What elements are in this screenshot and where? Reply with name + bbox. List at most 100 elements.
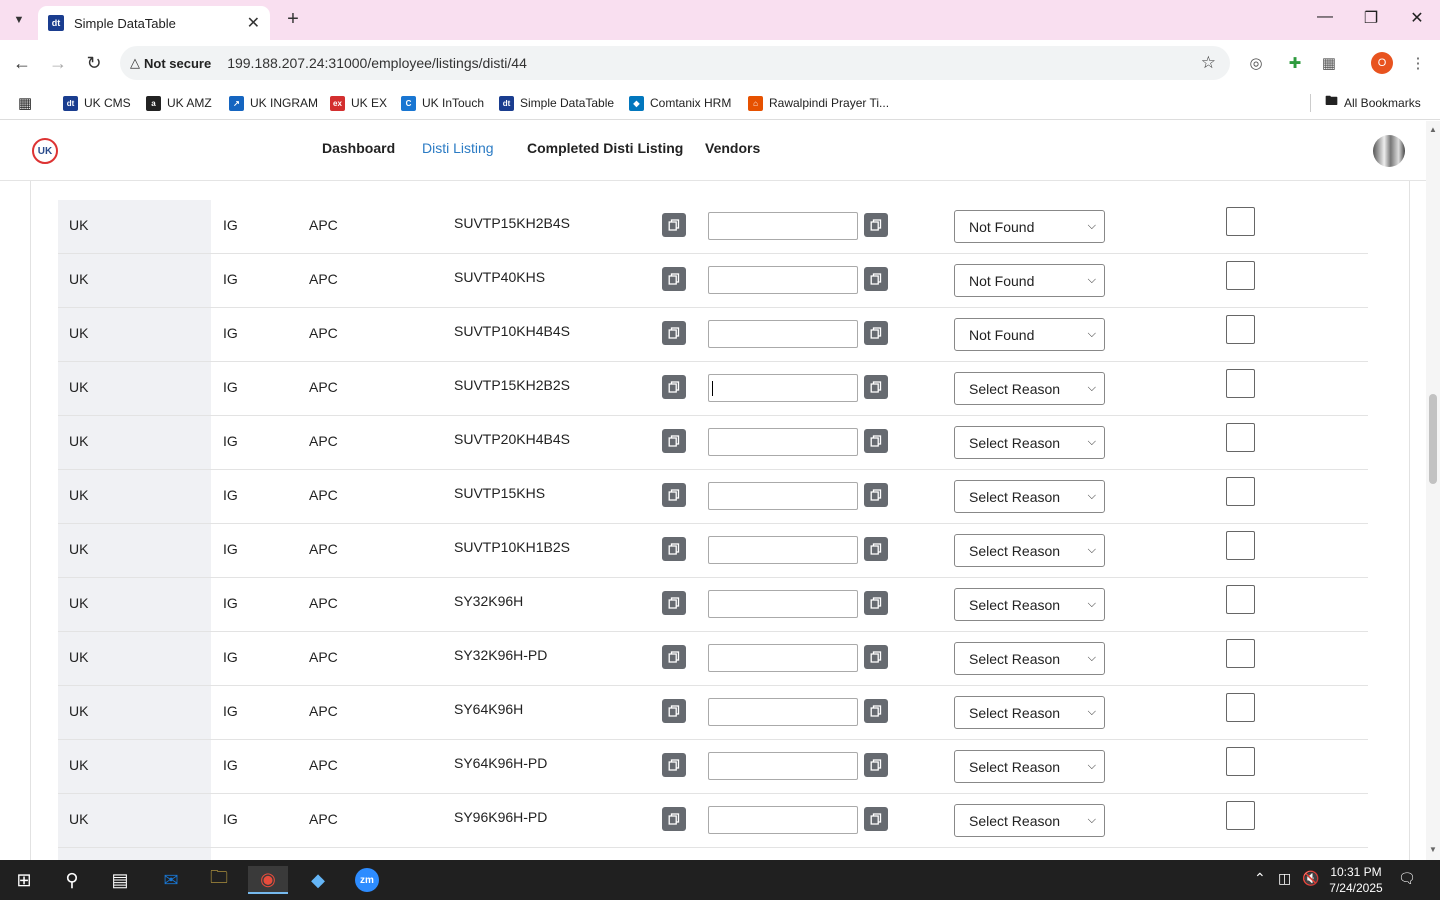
sku-input[interactable] — [708, 698, 858, 726]
paste-icon[interactable] — [864, 591, 888, 615]
url-text[interactable]: 199.188.207.24:31000/employee/listings/d… — [227, 55, 527, 71]
sku-input[interactable] — [708, 266, 858, 294]
row-checkbox[interactable] — [1226, 477, 1255, 506]
reason-select[interactable]: Not Found ⌵ — [954, 210, 1105, 243]
apps-grid-icon[interactable]: ▦ — [18, 93, 32, 113]
reload-icon[interactable]: ↻ — [81, 50, 107, 76]
file-explorer-icon[interactable]: 🗀 — [199, 866, 239, 894]
security-label[interactable]: Not secure — [144, 56, 211, 71]
new-tab-plus-icon[interactable]: + — [282, 8, 304, 31]
profile-avatar[interactable]: O — [1371, 52, 1393, 74]
app-diamond-icon[interactable]: ◆ — [298, 866, 338, 894]
copy-sku-icon[interactable] — [662, 645, 686, 669]
reason-select[interactable]: Select Reason ⌵ — [954, 480, 1105, 513]
tab-search-chevron-icon[interactable]: ▼ — [6, 8, 32, 32]
paste-icon[interactable] — [864, 321, 888, 345]
sku-input[interactable] — [708, 536, 858, 564]
sku-input[interactable] — [708, 590, 858, 618]
paste-icon[interactable] — [864, 483, 888, 507]
bookmark-item[interactable]: ex UK EX — [330, 93, 387, 113]
row-checkbox[interactable] — [1226, 315, 1255, 344]
reason-select[interactable]: Select Reason ⌵ — [954, 534, 1105, 567]
sku-input[interactable] — [708, 482, 858, 510]
volume-muted-icon[interactable]: 🔇 — [1302, 870, 1319, 887]
nav-vendors[interactable]: Vendors — [705, 140, 760, 156]
windows-start-icon[interactable]: ⊞ — [4, 866, 44, 894]
reason-select[interactable]: Select Reason ⌵ — [954, 372, 1105, 405]
forward-arrow-icon[interactable]: → — [45, 50, 71, 76]
paste-icon[interactable] — [864, 753, 888, 777]
row-checkbox[interactable] — [1226, 261, 1255, 290]
row-checkbox[interactable] — [1226, 801, 1255, 830]
copy-sku-icon[interactable] — [662, 483, 686, 507]
all-bookmarks[interactable]: 🖿 All Bookmarks — [1325, 93, 1421, 113]
copy-sku-icon[interactable] — [662, 699, 686, 723]
paste-icon[interactable] — [864, 267, 888, 291]
paste-icon[interactable] — [864, 375, 888, 399]
bookmark-item[interactable]: ⌂ Rawalpindi Prayer Ti... — [748, 93, 889, 113]
bookmark-item[interactable]: ↗ UK INGRAM — [229, 93, 318, 113]
row-checkbox[interactable] — [1226, 369, 1255, 398]
copy-sku-icon[interactable] — [662, 213, 686, 237]
extension-puzzle-green-icon[interactable]: ✚ — [1284, 52, 1306, 74]
translate-globe-icon[interactable]: ◎ — [1245, 52, 1267, 74]
row-checkbox[interactable] — [1226, 531, 1255, 560]
nav-completed-disti-listing[interactable]: Completed Disti Listing — [527, 140, 683, 156]
paste-icon[interactable] — [864, 213, 888, 237]
reason-select[interactable]: Select Reason ⌵ — [954, 588, 1105, 621]
sku-input[interactable] — [708, 644, 858, 672]
row-checkbox[interactable] — [1226, 639, 1255, 668]
user-avatar[interactable] — [1373, 135, 1405, 167]
page-scrollbar[interactable]: ▲ ▼ — [1426, 121, 1440, 860]
reason-select[interactable]: Not Found ⌵ — [954, 318, 1105, 351]
zoom-icon[interactable]: zm — [347, 866, 387, 894]
sku-input[interactable] — [708, 752, 858, 780]
sku-input[interactable] — [708, 806, 858, 834]
reason-select[interactable]: Select Reason ⌵ — [954, 426, 1105, 459]
bookmark-item[interactable]: dt Simple DataTable — [499, 93, 614, 113]
paste-icon[interactable] — [864, 807, 888, 831]
copy-sku-icon[interactable] — [662, 753, 686, 777]
minimize-icon[interactable]: — — [1310, 8, 1340, 26]
tray-chevron-up-icon[interactable]: ⌃ — [1254, 870, 1266, 887]
copy-sku-icon[interactable] — [662, 537, 686, 561]
paste-icon[interactable] — [864, 537, 888, 561]
row-checkbox[interactable] — [1226, 207, 1255, 236]
sku-input[interactable] — [708, 374, 858, 402]
reason-select[interactable]: Select Reason ⌵ — [954, 642, 1105, 675]
browser-tab[interactable]: dt Simple DataTable ✕ — [38, 6, 270, 40]
scroll-up-arrow-icon[interactable]: ▲ — [1426, 125, 1440, 134]
bookmark-item[interactable]: a UK AMZ — [146, 93, 212, 113]
network-icon[interactable]: ◫ — [1278, 870, 1291, 887]
bookmark-item[interactable]: ◆ Comtanix HRM — [629, 93, 731, 113]
nav-dashboard[interactable]: Dashboard — [322, 140, 395, 156]
site-logo[interactable]: UK — [32, 138, 58, 164]
warning-triangle-icon[interactable]: △ — [130, 55, 140, 71]
extensions-icon[interactable]: ▦ — [1318, 52, 1340, 74]
outlook-icon[interactable]: ✉ — [151, 866, 191, 894]
back-arrow-icon[interactable]: ← — [9, 50, 35, 76]
window-close-icon[interactable]: ✕ — [1402, 8, 1432, 28]
bookmark-item[interactable]: C UK InTouch — [401, 93, 484, 113]
more-menu-icon[interactable]: ⋮ — [1407, 52, 1429, 74]
copy-sku-icon[interactable] — [662, 267, 686, 291]
copy-sku-icon[interactable] — [662, 807, 686, 831]
copy-sku-icon[interactable] — [662, 321, 686, 345]
row-checkbox[interactable] — [1226, 747, 1255, 776]
copy-sku-icon[interactable] — [662, 591, 686, 615]
scrollbar-thumb[interactable] — [1429, 394, 1437, 484]
address-bar[interactable]: △ Not secure 199.188.207.24:31000/employ… — [120, 46, 1230, 80]
restore-icon[interactable]: ❐ — [1356, 8, 1386, 28]
reason-select[interactable]: Select Reason ⌵ — [954, 804, 1105, 837]
nav-disti-listing[interactable]: Disti Listing — [422, 140, 494, 156]
star-bookmark-icon[interactable]: ☆ — [1201, 53, 1216, 73]
chrome-icon[interactable]: ◉ — [248, 866, 288, 894]
bookmark-item[interactable]: dt UK CMS — [63, 93, 131, 113]
paste-icon[interactable] — [864, 645, 888, 669]
paste-icon[interactable] — [864, 699, 888, 723]
reason-select[interactable]: Not Found ⌵ — [954, 264, 1105, 297]
sku-input[interactable] — [708, 212, 858, 240]
task-view-icon[interactable]: ▤ — [100, 866, 140, 894]
copy-sku-icon[interactable] — [662, 375, 686, 399]
row-checkbox[interactable] — [1226, 693, 1255, 722]
